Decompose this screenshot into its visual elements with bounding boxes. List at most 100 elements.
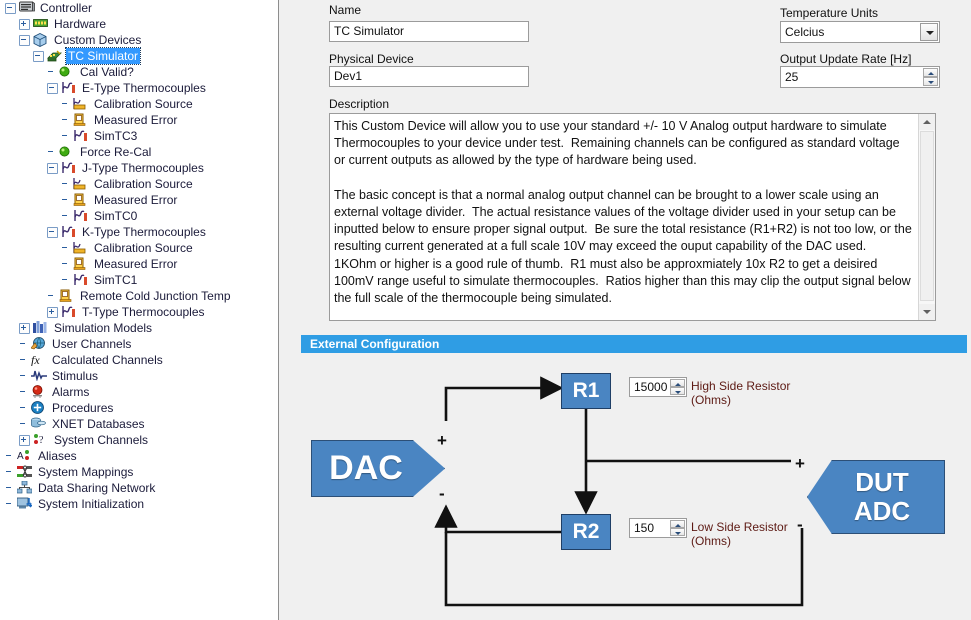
- tree-item-calibration-source[interactable]: Calibration Source: [0, 240, 278, 256]
- stepper-down-icon[interactable]: [923, 77, 938, 86]
- tree-item-label: Calibration Source: [94, 97, 193, 111]
- tree-item-label: Measured Error: [94, 257, 178, 271]
- tree-item-label: Remote Cold Junction Temp: [80, 289, 231, 303]
- tree-item-label: Force Re-Cal: [80, 145, 152, 159]
- tree-item-procedures[interactable]: Procedures: [0, 400, 278, 416]
- tree-item-label: SimTC0: [94, 209, 138, 223]
- tree-item-label: SimTC1: [94, 273, 138, 287]
- tree-item-system-initialization[interactable]: System Initialization: [0, 496, 278, 512]
- collapse-icon[interactable]: [19, 34, 30, 46]
- output-update-rate-label: Output Update Rate [Hz]: [780, 52, 912, 66]
- system-mappings-icon: [17, 465, 33, 480]
- tree-item-label: System Initialization: [38, 497, 145, 511]
- tree-item-calibration-source[interactable]: Calibration Source: [0, 96, 278, 112]
- system-explorer-tree[interactable]: Controller Hardware Custom Devices TC Simul…: [0, 0, 278, 620]
- tree-item-simtc0[interactable]: SimTC0: [0, 208, 278, 224]
- tree-spacer: [61, 180, 70, 189]
- r1-stepper-up-icon[interactable]: [670, 379, 685, 387]
- tree-spacer: [61, 100, 70, 109]
- tree-spacer: [19, 356, 28, 365]
- stimulus-icon: [31, 369, 47, 384]
- tree-item-user-channels[interactable]: User Channels: [0, 336, 278, 352]
- tree-spacer: [61, 260, 70, 269]
- collapse-icon[interactable]: [47, 82, 58, 94]
- waveform-icon: [61, 305, 77, 320]
- tree-item-xnet-databases[interactable]: XNET Databases: [0, 416, 278, 432]
- tree-item-simtc3[interactable]: SimTC3: [0, 128, 278, 144]
- tree-item-controller[interactable]: Controller: [0, 0, 278, 16]
- tree-spacer: [47, 292, 56, 301]
- output-update-rate-stepper[interactable]: 25: [780, 66, 940, 88]
- r1-stepper-down-icon[interactable]: [670, 387, 685, 395]
- collapse-icon[interactable]: [47, 226, 58, 238]
- expand-icon[interactable]: [19, 322, 30, 334]
- chevron-down-icon[interactable]: [920, 23, 938, 41]
- scroll-up-arrow-icon[interactable]: [919, 114, 935, 130]
- tree-item-force-re-cal[interactable]: Force Re-Cal: [0, 144, 278, 160]
- tree-item-k-type-thermocouples[interactable]: K-Type Thermocouples: [0, 224, 278, 240]
- tree-item-alarms[interactable]: Alarms: [0, 384, 278, 400]
- expand-icon[interactable]: [19, 18, 30, 30]
- tree-item-label: XNET Databases: [52, 417, 145, 431]
- tree-item-custom-devices[interactable]: Custom Devices: [0, 32, 278, 48]
- tree-item-simulation-models[interactable]: Simulation Models: [0, 320, 278, 336]
- tree-spacer: [19, 420, 28, 429]
- tree-item-system-mappings[interactable]: System Mappings: [0, 464, 278, 480]
- description-textarea[interactable]: This Custom Device will allow you to use…: [329, 113, 936, 321]
- r1-value-stepper[interactable]: 15000: [629, 377, 687, 397]
- dac-minus-sign: -: [439, 484, 445, 503]
- scroll-down-arrow-icon[interactable]: [919, 304, 935, 320]
- application-window: Controller Hardware Custom Devices TC Simul…: [0, 0, 971, 620]
- custom-devices-icon: [33, 32, 49, 48]
- measured-error-icon: [73, 193, 89, 208]
- tree-spacer: [61, 212, 70, 221]
- collapse-icon[interactable]: [47, 162, 58, 174]
- tree-spacer: [5, 500, 14, 509]
- tree-item-calibration-source[interactable]: Calibration Source: [0, 176, 278, 192]
- tree-item-tc-simulator[interactable]: TC Simulator: [0, 47, 278, 65]
- tree-item-remote-cold-junction-temp[interactable]: Remote Cold Junction Temp: [0, 288, 278, 304]
- tree-item-measured-error[interactable]: Measured Error: [0, 112, 278, 128]
- tree-spacer: [19, 404, 28, 413]
- description-scrollbar[interactable]: [918, 114, 935, 320]
- tree-item-hardware[interactable]: Hardware: [0, 16, 278, 32]
- tree-item-aliases[interactable]: A Aliases: [0, 448, 278, 464]
- r2-stepper-down-icon[interactable]: [670, 528, 685, 536]
- tree-item-label: Controller: [40, 1, 93, 15]
- physical-device-input[interactable]: Dev1: [329, 66, 529, 87]
- tree-spacer: [19, 388, 28, 397]
- tree-item-label: Alarms: [52, 385, 90, 399]
- tree-item-simtc1[interactable]: SimTC1: [0, 272, 278, 288]
- tree-item-t-type-thermocouples[interactable]: T-Type Thermocouples: [0, 304, 278, 320]
- tree-item-label: Cal Valid?: [80, 65, 134, 79]
- tree-item-measured-error[interactable]: Measured Error: [0, 256, 278, 272]
- tree-item-data-sharing-network[interactable]: Data Sharing Network: [0, 480, 278, 496]
- stepper-up-icon[interactable]: [923, 68, 938, 77]
- tree-spacer: [47, 68, 56, 77]
- collapse-icon[interactable]: [33, 50, 44, 62]
- tree-item-j-type-thermocouples[interactable]: J-Type Thermocouples: [0, 160, 278, 176]
- r2-value: 150: [634, 521, 655, 535]
- description-label: Description: [329, 97, 390, 111]
- name-input[interactable]: TC Simulator: [329, 21, 529, 42]
- waveform-icon: [73, 129, 89, 144]
- scrollbar-thumb[interactable]: [920, 131, 934, 301]
- temperature-units-select[interactable]: Celcius: [780, 21, 940, 43]
- aliases-icon: A: [17, 449, 33, 464]
- collapse-icon[interactable]: [5, 2, 16, 14]
- expand-icon[interactable]: [19, 434, 30, 446]
- r2-value-stepper[interactable]: 150: [629, 518, 687, 538]
- r1-block: R1: [561, 373, 611, 409]
- tree-item-e-type-thermocouples[interactable]: E-Type Thermocouples: [0, 80, 278, 96]
- name-label: Name: [329, 3, 362, 17]
- physical-device-label: Physical Device: [329, 52, 414, 66]
- tree-item-calculated-channels[interactable]: fx Calculated Channels: [0, 352, 278, 368]
- tree-item-system-channels[interactable]: ? System Channels: [0, 432, 278, 448]
- calibration-source-icon: [73, 97, 89, 112]
- tree-item-measured-error[interactable]: Measured Error: [0, 192, 278, 208]
- expand-icon[interactable]: [47, 306, 58, 318]
- tree-item-cal-valid[interactable]: Cal Valid?: [0, 64, 278, 80]
- r2-stepper-up-icon[interactable]: [670, 520, 685, 528]
- dut-adc-shape: [807, 460, 945, 534]
- tree-item-stimulus[interactable]: Stimulus: [0, 368, 278, 384]
